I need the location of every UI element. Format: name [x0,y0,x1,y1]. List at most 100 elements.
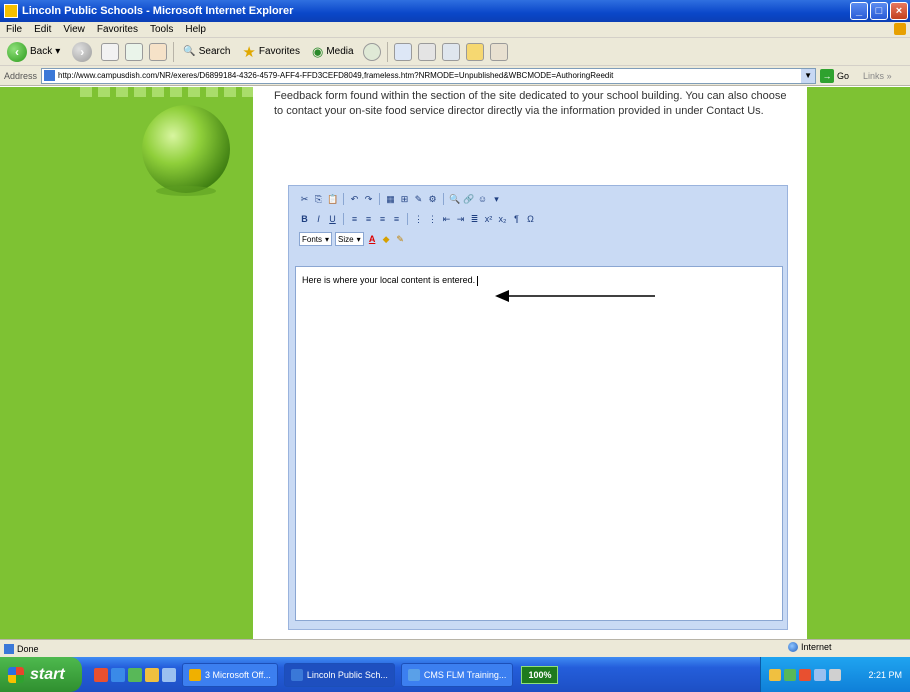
forward-button[interactable]: › [69,41,95,63]
rich-text-editor: ✂ ⎘ 📋 ↶ ↷ ▦ ⊞ ✎ ⚙ 🔍 🔗 ☺ ▾ B I U ≡ ≡ ≡ ≡ … [288,185,788,630]
emoticon-icon[interactable]: ☺ [477,194,488,205]
special-character-icon[interactable]: Ω [525,214,536,225]
window-titlebar: Lincoln Public Schools - Microsoft Inter… [0,0,910,22]
cut-icon[interactable]: ✂ [299,194,310,205]
favorites-button[interactable]: ★ Favorites [239,41,303,63]
stop-icon[interactable] [101,42,120,61]
taskbar-item-training[interactable]: CMS FLM Training... [400,662,514,687]
folder-icon[interactable] [465,42,484,61]
menu-bar: File Edit View Favorites Tools Help [0,22,910,38]
quick-launch-icon[interactable] [162,667,176,682]
find-icon[interactable]: 🔍 [449,194,460,205]
search-icon: 🔍 [183,46,196,57]
status-text: Done [17,643,39,654]
paragraph-icon[interactable]: ¶ [511,214,522,225]
format-brush-icon[interactable]: ✎ [395,234,406,245]
superscript-icon[interactable]: x² [483,214,494,225]
address-dropdown-icon[interactable]: ▼ [801,68,816,83]
redo-icon[interactable]: ↷ [363,194,374,205]
align-left-icon[interactable]: ≡ [349,214,360,225]
home-icon[interactable] [149,42,168,61]
undo-icon[interactable]: ↶ [349,194,360,205]
minimize-button[interactable]: _ [850,2,868,20]
numbered-list-icon[interactable]: ⋮ [413,214,424,225]
document-icon [407,668,420,681]
bullet-list-icon[interactable]: ⋮ [427,214,438,225]
main-content: Feedback form found within the section o… [253,87,807,639]
discuss-icon[interactable] [489,42,508,61]
quick-launch-icon[interactable] [111,667,125,682]
tray-icon[interactable] [769,668,781,681]
size-select[interactable]: Size ▾ [335,232,364,246]
menu-tools[interactable]: Tools [150,24,173,35]
editor-toolbar-row-2: B I U ≡ ≡ ≡ ≡ ⋮ ⋮ ⇤ ⇥ ≣ x² x₂ ¶ Ω [295,210,783,228]
status-page-icon [4,643,14,654]
underline-icon[interactable]: U [327,214,338,225]
back-label: Back [30,46,53,57]
copy-icon[interactable]: ⎘ [313,194,324,205]
tray-icon[interactable] [814,668,826,681]
quick-launch-icon[interactable] [94,667,108,682]
font-color-icon[interactable]: A [367,234,378,245]
links-button[interactable]: Links » [863,71,892,81]
speaker-icon[interactable] [829,668,841,681]
highlight-color-icon[interactable]: ◆ [381,234,392,245]
print-icon[interactable] [417,42,436,61]
menu-favorites[interactable]: Favorites [97,24,138,35]
green-apple-image [142,105,230,196]
search-label: Search [198,46,231,57]
go-button[interactable]: → Go [820,68,849,83]
address-label: Address [4,70,38,81]
align-justify-icon[interactable]: ≡ [391,214,402,225]
quick-launch-icon[interactable] [145,667,159,682]
font-select[interactable]: Fonts ▾ [299,232,333,246]
hyperlink-icon[interactable]: 🔗 [463,194,474,205]
table-options-icon[interactable]: ⊞ [399,194,410,205]
windows-logo-icon [8,666,24,683]
outdent-icon[interactable]: ⇤ [441,214,452,225]
align-center-icon[interactable]: ≡ [363,214,374,225]
media-button[interactable]: ◉ Media [309,41,357,63]
subscript-icon[interactable]: x₂ [497,214,508,225]
indent-icon[interactable]: ⇥ [455,214,466,225]
search-button[interactable]: 🔍 Search [180,41,233,63]
taskbar-item-office[interactable]: 3 Microsoft Off... [182,662,278,687]
paste-icon[interactable]: 📋 [327,194,338,205]
align-right-icon[interactable]: ≡ [377,214,388,225]
page-icon [44,70,56,81]
toolbar-divider [343,213,344,225]
mail-icon[interactable] [393,42,412,61]
address-input[interactable]: http://www.campusdish.com/NR/exeres/D689… [41,67,817,84]
edit-page-icon[interactable] [441,42,460,61]
horizontal-rule-icon[interactable]: ≣ [469,214,480,225]
menu-help[interactable]: Help [185,24,206,35]
right-banner [807,87,910,639]
quick-launch-icon[interactable] [128,667,142,682]
ie-icon [290,668,303,681]
menu-view[interactable]: View [63,24,85,35]
status-bar: Done Internet [0,639,910,657]
editor-content-area[interactable]: Here is where your local content is ente… [295,266,783,621]
bold-icon[interactable]: B [299,214,310,225]
maximize-button[interactable]: □ [870,2,888,20]
window-title: Lincoln Public Schools - Microsoft Inter… [22,5,294,17]
tray-icon[interactable] [799,668,811,681]
back-button[interactable]: ‹ Back ▾ [4,41,63,63]
settings-icon[interactable]: ⚙ [427,194,438,205]
spellcheck-icon[interactable]: ✎ [413,194,424,205]
refresh-icon[interactable] [125,42,144,61]
start-button[interactable]: start [0,657,82,692]
editor-toolbar-row-1: ✂ ⎘ 📋 ↶ ↷ ▦ ⊞ ✎ ⚙ 🔍 🔗 ☺ ▾ [295,190,783,208]
menu-file[interactable]: File [6,24,22,35]
globe-icon [788,642,798,652]
star-icon: ★ [242,43,256,61]
chevron-down-icon[interactable]: ▾ [491,194,502,205]
taskbar-item-browser[interactable]: Lincoln Public Sch... [283,662,395,687]
insert-table-icon[interactable]: ▦ [385,194,396,205]
menu-edit[interactable]: Edit [34,24,51,35]
tray-icon[interactable] [784,668,796,681]
close-button[interactable]: × [890,2,908,20]
italic-icon[interactable]: I [313,214,324,225]
media-label: Media [326,46,354,57]
history-icon[interactable] [362,42,381,61]
